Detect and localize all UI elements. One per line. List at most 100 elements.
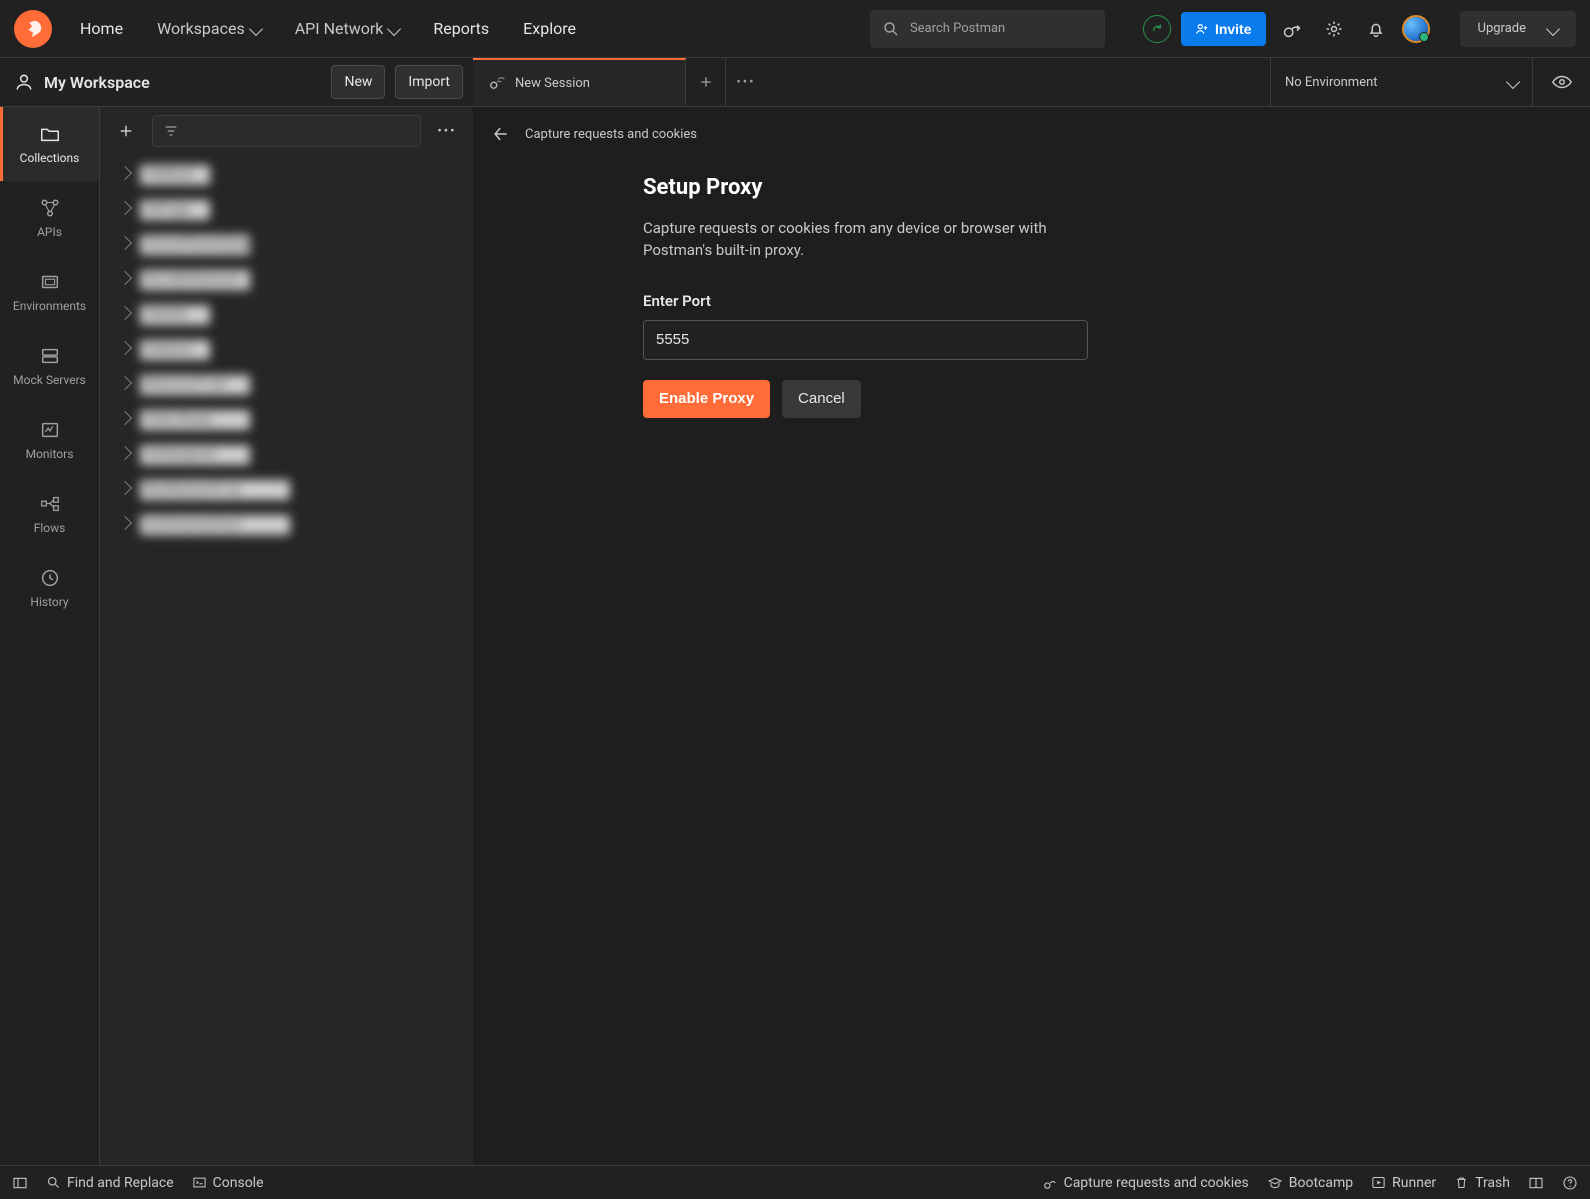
nav-reports[interactable]: Reports [421, 13, 501, 44]
trash-icon [1454, 1175, 1469, 1190]
collection-item[interactable]: Dui definkansutr [100, 262, 473, 297]
environment-selector[interactable]: No Environment [1270, 58, 1532, 106]
rail-history[interactable]: History [0, 551, 99, 625]
nav-explore[interactable]: Explore [511, 13, 588, 44]
collection-item[interactable]: InoHerytoasiluut [100, 507, 473, 542]
breadcrumb: Capture requests and cookies [473, 107, 1590, 161]
collections-list: VelModiSitFuga OmnoPloremQuas Dui definkan… [100, 155, 473, 1165]
collections-more-button[interactable]: ••• [431, 115, 463, 147]
tab-more-button[interactable]: ••• [726, 58, 766, 106]
monitor-icon [39, 419, 61, 441]
search-icon [46, 1175, 61, 1190]
panel-description: Capture requests or cookies from any dev… [643, 218, 1088, 262]
collection-name: OmnoPloremQuas [140, 235, 250, 255]
environment-label: No Environment [1285, 75, 1378, 90]
footer-help[interactable] [1562, 1175, 1578, 1191]
footer-bootcamp[interactable]: Bootcamp [1267, 1175, 1353, 1191]
rail-mock-servers[interactable]: Mock Servers [0, 329, 99, 403]
breadcrumb-label: Capture requests and cookies [525, 127, 697, 142]
footer-two-pane[interactable] [1528, 1175, 1544, 1191]
collection-name: Noafierpwcht xp [140, 480, 290, 500]
settings-icon[interactable] [1318, 13, 1350, 45]
rail-collections[interactable]: Collections [0, 107, 99, 181]
api-icon [39, 197, 61, 219]
search-placeholder: Search Postman [910, 21, 1005, 36]
collection-item[interactable]: Volly Ruase [100, 402, 473, 437]
invite-button[interactable]: Invite [1181, 12, 1266, 46]
footer-trash[interactable]: Trash [1454, 1175, 1510, 1191]
collection-item[interactable]: RemLaciTt laf [100, 367, 473, 402]
tab-strip: New Session ••• No Environment [473, 58, 1590, 106]
panel-icon [12, 1175, 28, 1191]
rail-environments[interactable]: Environments [0, 255, 99, 329]
collection-name: InoHerytoasiluut [140, 515, 290, 535]
collection-item[interactable]: OmnoPloremQuas [100, 227, 473, 262]
chevron-right-icon [120, 342, 130, 357]
footer-console[interactable]: Console [192, 1175, 264, 1191]
chevron-right-icon [120, 202, 130, 217]
collection-name: Dui definkansutr [140, 270, 250, 290]
nav-api-network-label: API Network [295, 19, 384, 38]
collection-name: RemLaciTt laf [140, 375, 250, 395]
invite-label: Invite [1215, 21, 1252, 37]
upgrade-label: Upgrade [1478, 21, 1526, 36]
collection-item[interactable]: Noafierpwcht xp [100, 472, 473, 507]
collection-item[interactable]: VelitAb [100, 297, 473, 332]
folder-icon [39, 123, 61, 145]
status-bar: Find and Replace Console Capture request… [0, 1165, 1590, 1199]
new-collection-button[interactable] [110, 115, 142, 147]
footer-capture[interactable]: Capture requests and cookies [1042, 1175, 1249, 1191]
layout-icon [1528, 1175, 1544, 1191]
footer-runner[interactable]: Runner [1371, 1175, 1436, 1191]
main-area: Collections APIs Environments Mock Serve… [0, 107, 1590, 1165]
capture-header-icon[interactable] [1276, 13, 1308, 45]
port-input[interactable] [643, 320, 1088, 360]
sync-status-icon[interactable] [1143, 15, 1171, 43]
postman-icon [22, 18, 44, 40]
rail-apis[interactable]: APIs [0, 181, 99, 255]
nav-workspaces[interactable]: Workspaces [145, 13, 273, 44]
environment-quicklook[interactable] [1532, 58, 1590, 106]
footer-find-replace[interactable]: Find and Replace [46, 1175, 174, 1191]
cancel-button[interactable]: Cancel [782, 380, 861, 418]
more-icon: ••• [437, 124, 456, 139]
person-icon [14, 72, 34, 92]
nav-api-network[interactable]: API Network [283, 13, 412, 44]
collection-item[interactable]: Vuifacigmat [100, 437, 473, 472]
person-add-icon [1195, 22, 1209, 36]
port-label: Enter Port [643, 292, 1088, 310]
enable-proxy-button[interactable]: Enable Proxy [643, 380, 770, 418]
collections-filter[interactable] [152, 115, 421, 147]
notifications-icon[interactable] [1360, 13, 1392, 45]
collection-item[interactable]: VelModi [100, 157, 473, 192]
flows-icon [39, 493, 61, 515]
rail-flows[interactable]: Flows [0, 477, 99, 551]
rail-monitors[interactable]: Monitors [0, 403, 99, 477]
workspace-tab-row: My Workspace New Import New Session ••• … [0, 58, 1590, 107]
chevron-right-icon [120, 167, 130, 182]
tab-new-session[interactable]: New Session [473, 58, 686, 106]
tab-add-button[interactable] [686, 58, 726, 106]
collection-item[interactable]: IstIpson [100, 332, 473, 367]
help-icon [1562, 1175, 1578, 1191]
chevron-right-icon [120, 272, 130, 287]
app-logo[interactable] [14, 10, 52, 48]
workspace-title[interactable]: My Workspace [14, 72, 321, 92]
chevron-right-icon [120, 482, 130, 497]
chevron-down-icon [249, 21, 263, 35]
new-button[interactable]: New [331, 65, 385, 99]
import-button[interactable]: Import [395, 65, 463, 99]
bootcamp-icon [1267, 1175, 1283, 1191]
play-icon [1371, 1175, 1386, 1190]
nav-home[interactable]: Home [68, 13, 135, 44]
search-input[interactable]: Search Postman [870, 10, 1105, 48]
upgrade-button[interactable]: Upgrade [1460, 11, 1576, 47]
chevron-down-icon [387, 21, 401, 35]
back-button[interactable] [489, 118, 513, 150]
chevron-right-icon [120, 412, 130, 427]
tab-label: New Session [515, 76, 590, 91]
user-avatar[interactable] [1402, 15, 1430, 43]
collection-name: IstIpson [140, 340, 210, 360]
collection-item[interactable]: SitFuga [100, 192, 473, 227]
footer-toggle-sidebar[interactable] [12, 1175, 28, 1191]
